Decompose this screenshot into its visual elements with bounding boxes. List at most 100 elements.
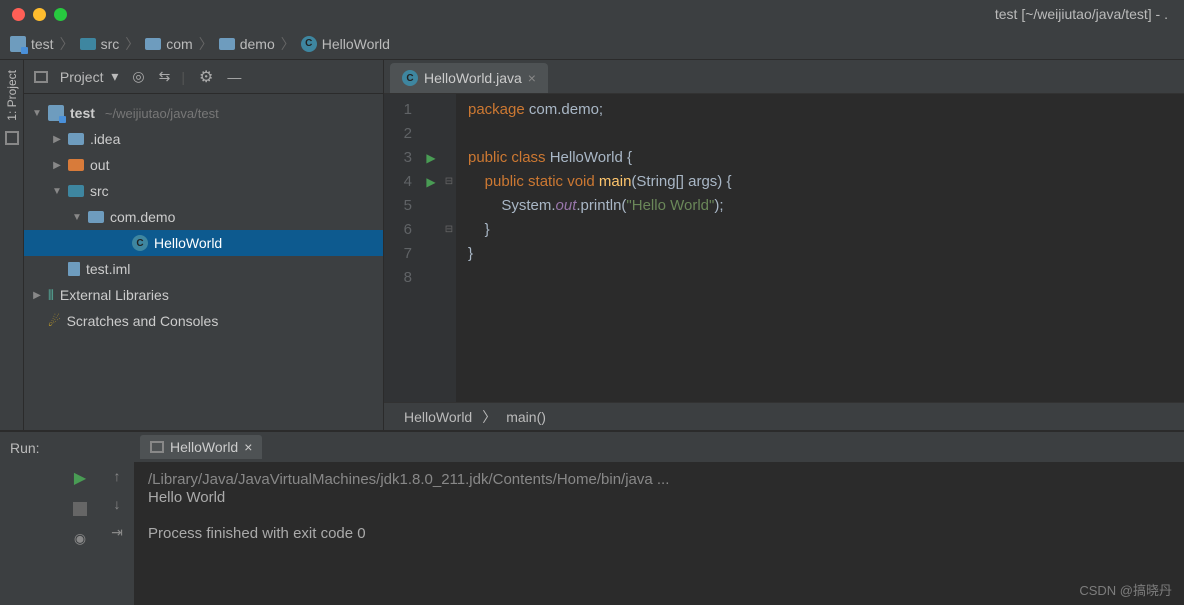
- locate-icon[interactable]: [132, 68, 144, 85]
- folder-icon: [219, 38, 235, 50]
- run-tab[interactable]: HelloWorld ×: [140, 435, 262, 459]
- left-tool-strip: 1: Project: [0, 60, 24, 430]
- tree-label: Scratches and Consoles: [67, 313, 219, 329]
- dump-icon[interactable]: ◉: [74, 530, 86, 547]
- tree-label: test.iml: [86, 261, 130, 277]
- close-icon[interactable]: ×: [528, 70, 536, 86]
- crumb-demo[interactable]: demo: [219, 36, 275, 52]
- module-icon: [10, 36, 26, 52]
- crumb-label: demo: [240, 36, 275, 52]
- code-text[interactable]: package com.demo; public class HelloWorl…: [456, 94, 731, 402]
- chevron-right-icon: 〉: [482, 407, 496, 427]
- run-line-icon[interactable]: ▶: [420, 146, 442, 170]
- sidebar-title-text: Project: [60, 69, 104, 85]
- hide-icon[interactable]: —: [227, 69, 241, 85]
- window-controls: [0, 8, 67, 21]
- crumb-label: HelloWorld: [322, 36, 390, 52]
- folder-icon: [145, 38, 161, 50]
- chevron-right-icon: 〉: [125, 34, 139, 54]
- line-gutter: 12345678: [384, 94, 420, 402]
- chevron-right-icon[interactable]: [52, 134, 62, 145]
- chevron-down-icon[interactable]: [32, 108, 42, 119]
- class-icon: C: [301, 36, 317, 52]
- tree-label: HelloWorld: [154, 235, 222, 251]
- main-split: 1: Project Project ▾ ⇆ | ⚙ — test ~/weiji…: [0, 60, 1184, 430]
- watermark: CSDN @搞晓丹: [1079, 580, 1172, 599]
- editor-tab[interactable]: C HelloWorld.java ×: [390, 63, 548, 93]
- crumb-class[interactable]: C HelloWorld: [301, 36, 390, 52]
- tree-idea[interactable]: .idea: [24, 126, 383, 152]
- gear-icon[interactable]: ⚙: [199, 67, 213, 87]
- crumb-label: test: [31, 36, 54, 52]
- down-icon[interactable]: ↓: [114, 496, 121, 512]
- editor-tabs: C HelloWorld.java ×: [384, 60, 1184, 94]
- crumb-test[interactable]: test: [10, 36, 54, 52]
- minimize-window-icon[interactable]: [33, 8, 46, 21]
- window-title: test [~/weijiutao/java/test] - .: [995, 6, 1178, 22]
- sidebar-title[interactable]: Project ▾: [34, 68, 118, 85]
- chevron-down-icon[interactable]: [72, 212, 82, 223]
- run-gutter: ▶▶: [420, 94, 442, 402]
- tool-project-tab[interactable]: 1: Project: [5, 70, 19, 121]
- folder-icon: [68, 133, 84, 145]
- tree-path: ~/weijiutao/java/test: [105, 106, 219, 121]
- chevron-down-icon[interactable]: [52, 186, 62, 197]
- run-tab-label: HelloWorld: [170, 439, 238, 455]
- project-tree: test~/weijiutao/java/test .idea out src …: [24, 94, 383, 340]
- chevron-right-icon: 〉: [281, 34, 295, 54]
- crumb-src[interactable]: src: [80, 36, 120, 52]
- tree-label: External Libraries: [60, 287, 169, 303]
- tree-scratches[interactable]: ☄ Scratches and Consoles: [24, 308, 383, 334]
- tree-external-libs[interactable]: ⫴ External Libraries: [24, 282, 383, 308]
- scratch-icon: ☄: [48, 313, 61, 330]
- chevron-right-icon[interactable]: [52, 160, 62, 171]
- crumb-label: src: [101, 36, 120, 52]
- code-area[interactable]: 12345678 ▶▶ ⊟⊟ package com.demo; public …: [384, 94, 1184, 402]
- maximize-window-icon[interactable]: [54, 8, 67, 21]
- tree-root[interactable]: test ~/weijiutao/java/test: [24, 100, 383, 126]
- stop-icon[interactable]: [73, 502, 87, 516]
- run-line-icon[interactable]: ▶: [420, 170, 442, 194]
- tree-label: test: [70, 105, 95, 121]
- library-icon: ⫴: [48, 287, 54, 304]
- sidebar-header: Project ▾ ⇆ | ⚙ —: [24, 60, 383, 94]
- module-icon: [48, 105, 64, 121]
- run-main: HelloWorld × /Library/Java/JavaVirtualMa…: [134, 432, 1184, 605]
- folder-icon: [68, 185, 84, 197]
- run-panel: Run: ▶ ◉ ↑ ↓ ⇥ HelloWorld × /Library/Jav…: [0, 430, 1184, 605]
- chevron-right-icon: 〉: [60, 34, 74, 54]
- folder-icon: [80, 38, 96, 50]
- tree-iml[interactable]: test.iml: [24, 256, 383, 282]
- tree-src[interactable]: src: [24, 178, 383, 204]
- bc-class[interactable]: HelloWorld: [404, 409, 472, 425]
- structure-tool-icon[interactable]: [5, 131, 19, 145]
- up-icon[interactable]: ↑: [114, 468, 121, 484]
- tree-package[interactable]: com.demo: [24, 204, 383, 230]
- tree-label: out: [90, 157, 109, 173]
- bc-method[interactable]: main(): [506, 409, 546, 425]
- editor-pane: C HelloWorld.java × 12345678 ▶▶ ⊟⊟ packa…: [384, 60, 1184, 430]
- crumb-com[interactable]: com: [145, 36, 192, 52]
- package-icon: [88, 211, 104, 223]
- tree-label: src: [90, 183, 109, 199]
- run-nav: ↑ ↓ ⇥: [100, 432, 134, 605]
- class-icon: C: [402, 70, 418, 86]
- expand-all-icon[interactable]: ⇆: [159, 68, 168, 85]
- close-icon[interactable]: ×: [244, 439, 252, 455]
- tree-label: .idea: [90, 131, 120, 147]
- fold-gutter: ⊟⊟: [442, 94, 456, 402]
- tree-class[interactable]: CHelloWorld: [24, 230, 383, 256]
- tree-label: com.demo: [110, 209, 175, 225]
- tab-label: HelloWorld.java: [424, 70, 522, 86]
- console-output[interactable]: /Library/Java/JavaVirtualMachines/jdk1.8…: [134, 462, 1184, 605]
- close-window-icon[interactable]: [12, 8, 25, 21]
- chevron-right-icon[interactable]: [32, 290, 42, 301]
- wrap-icon[interactable]: ⇥: [111, 524, 123, 541]
- folder-icon: [68, 159, 84, 171]
- breadcrumb: test 〉 src 〉 com 〉 demo 〉 CHelloWorld: [0, 28, 1184, 60]
- editor-breadcrumb: HelloWorld 〉 main(): [384, 402, 1184, 430]
- title-bar: test [~/weijiutao/java/test] - .: [0, 0, 1184, 28]
- rerun-icon[interactable]: ▶: [74, 468, 86, 488]
- crumb-label: com: [166, 36, 192, 52]
- tree-out[interactable]: out: [24, 152, 383, 178]
